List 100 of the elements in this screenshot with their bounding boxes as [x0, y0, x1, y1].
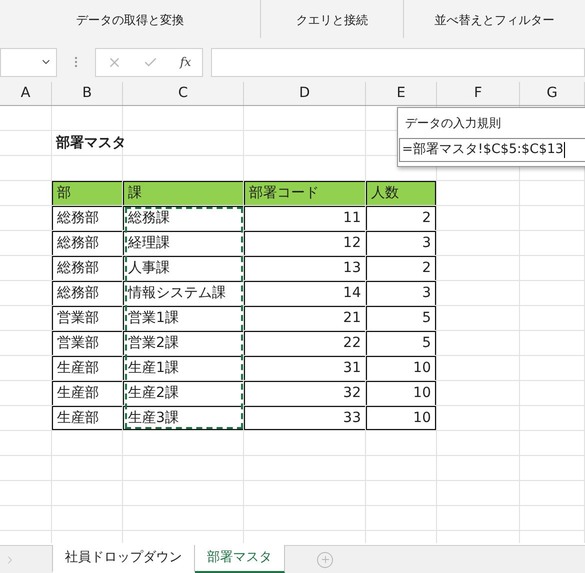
add-sheet-button[interactable] — [317, 552, 333, 568]
grid-cell[interactable] — [520, 281, 585, 306]
grid-cell[interactable]: 経理課 — [123, 231, 244, 256]
grid-cell[interactable]: 人数 — [366, 181, 437, 206]
grid-cell[interactable]: 12 — [244, 231, 366, 256]
grid-cell[interactable]: 5 — [366, 306, 437, 331]
grid-cell[interactable]: 部 — [52, 181, 123, 206]
grid-cell[interactable] — [437, 281, 520, 306]
grid-cell[interactable] — [123, 481, 244, 506]
grid-cell[interactable]: 5 — [366, 331, 437, 356]
grid-cell[interactable] — [520, 406, 585, 431]
grid-cell[interactable] — [244, 506, 366, 531]
grid-cell[interactable]: 総務部 — [52, 206, 123, 231]
grid-cell[interactable]: 31 — [244, 356, 366, 381]
grid-cell[interactable] — [52, 506, 123, 531]
grid-cell[interactable]: 営業1課 — [123, 306, 244, 331]
insert-function-button[interactable]: fx — [180, 53, 192, 71]
grid-cell[interactable] — [520, 456, 585, 481]
grid-cell[interactable] — [437, 231, 520, 256]
grid-cell[interactable] — [437, 331, 520, 356]
grid-cell[interactable] — [123, 456, 244, 481]
grid-cell[interactable] — [123, 131, 244, 156]
column-header[interactable]: G — [546, 83, 558, 104]
grid-cell[interactable] — [123, 431, 244, 456]
grid-cell[interactable] — [437, 181, 520, 206]
grid-cell[interactable]: 13 — [244, 256, 366, 281]
grid-cell[interactable] — [0, 481, 52, 506]
grid-cell[interactable]: 総務部 — [52, 256, 123, 281]
grid-cell[interactable] — [52, 106, 123, 131]
grid-cell[interactable] — [52, 456, 123, 481]
column-header[interactable]: F — [474, 83, 482, 104]
grid-cell[interactable] — [437, 506, 520, 531]
grid-cell[interactable] — [366, 506, 437, 531]
grid-cell[interactable] — [244, 106, 366, 131]
grid-cell[interactable]: 22 — [244, 331, 366, 356]
grid-cell[interactable] — [0, 106, 52, 131]
grid-cell[interactable] — [520, 256, 585, 281]
column-header[interactable]: D — [299, 83, 310, 104]
grid-cell[interactable]: 11 — [244, 206, 366, 231]
grid-cell[interactable]: 営業部 — [52, 306, 123, 331]
grid-cell[interactable] — [437, 481, 520, 506]
grid-cell[interactable] — [366, 431, 437, 456]
grid-cell[interactable] — [520, 181, 585, 206]
grid-cell[interactable] — [520, 231, 585, 256]
grid-cell[interactable]: 総務部 — [52, 281, 123, 306]
grid-cell[interactable] — [437, 356, 520, 381]
grid-cell[interactable]: 3 — [366, 231, 437, 256]
grid-cell[interactable] — [437, 306, 520, 331]
grid-cell[interactable] — [244, 131, 366, 156]
grid-cell[interactable] — [366, 456, 437, 481]
grid-cell[interactable]: 32 — [244, 381, 366, 406]
grid-cell[interactable]: 生産部 — [52, 381, 123, 406]
grid-cell[interactable]: 総務課 — [123, 206, 244, 231]
formula-input[interactable] — [211, 48, 585, 76]
grid-cell[interactable] — [520, 331, 585, 356]
grid-cell[interactable]: 部署コード — [244, 181, 366, 206]
grid-cell[interactable]: 33 — [244, 406, 366, 431]
grid-cell[interactable]: 生産部 — [52, 406, 123, 431]
grid-cell[interactable] — [123, 506, 244, 531]
grid-cell[interactable] — [520, 381, 585, 406]
source-field[interactable]: =部署マスタ!$C$5:$C$13 — [399, 138, 585, 162]
grid-cell[interactable] — [520, 506, 585, 531]
grid-cell[interactable] — [437, 381, 520, 406]
grid-cell[interactable] — [437, 431, 520, 456]
grid-cell[interactable]: 2 — [366, 206, 437, 231]
grid-cell[interactable]: 情報システム課 — [123, 281, 244, 306]
grid-cell[interactable] — [52, 481, 123, 506]
grid-cell[interactable]: 生産部 — [52, 356, 123, 381]
grid-cell[interactable] — [0, 431, 52, 456]
grid-cell[interactable]: 総務部 — [52, 231, 123, 256]
grid-cell[interactable] — [437, 406, 520, 431]
column-header[interactable]: A — [20, 83, 30, 104]
grid-cell[interactable] — [0, 131, 52, 156]
grid-cell[interactable] — [52, 431, 123, 456]
column-header[interactable]: C — [178, 83, 188, 104]
grid-cell[interactable]: 生産1課 — [123, 356, 244, 381]
column-header[interactable]: E — [396, 83, 406, 104]
grid-cell[interactable] — [520, 306, 585, 331]
grid-cell[interactable]: 2 — [366, 256, 437, 281]
grid-cell[interactable] — [520, 356, 585, 381]
grid-cell[interactable] — [244, 456, 366, 481]
sheet-tab[interactable]: 社員ドロップダウン — [52, 545, 195, 573]
grid-cell[interactable]: 10 — [366, 406, 437, 431]
grid-cell[interactable]: 生産2課 — [123, 381, 244, 406]
grid-cell[interactable]: 14 — [244, 281, 366, 306]
grid-cell[interactable]: 営業部 — [52, 331, 123, 356]
grid-cell[interactable] — [520, 206, 585, 231]
grid-cell[interactable] — [244, 431, 366, 456]
sheet-tab[interactable]: 部署マスタ — [195, 545, 285, 573]
grid-cell[interactable] — [0, 506, 52, 531]
grid-cell[interactable]: 10 — [366, 356, 437, 381]
grid-cell[interactable]: 3 — [366, 281, 437, 306]
grid-cell[interactable] — [366, 481, 437, 506]
grid-cell[interactable]: 営業2課 — [123, 331, 244, 356]
grid-cell[interactable] — [437, 206, 520, 231]
grid-cell[interactable] — [244, 481, 366, 506]
grid-cell[interactable]: 生産3課 — [123, 406, 244, 431]
grid-cell[interactable] — [520, 431, 585, 456]
grid-cell[interactable] — [0, 156, 52, 181]
grid-cell[interactable]: 21 — [244, 306, 366, 331]
